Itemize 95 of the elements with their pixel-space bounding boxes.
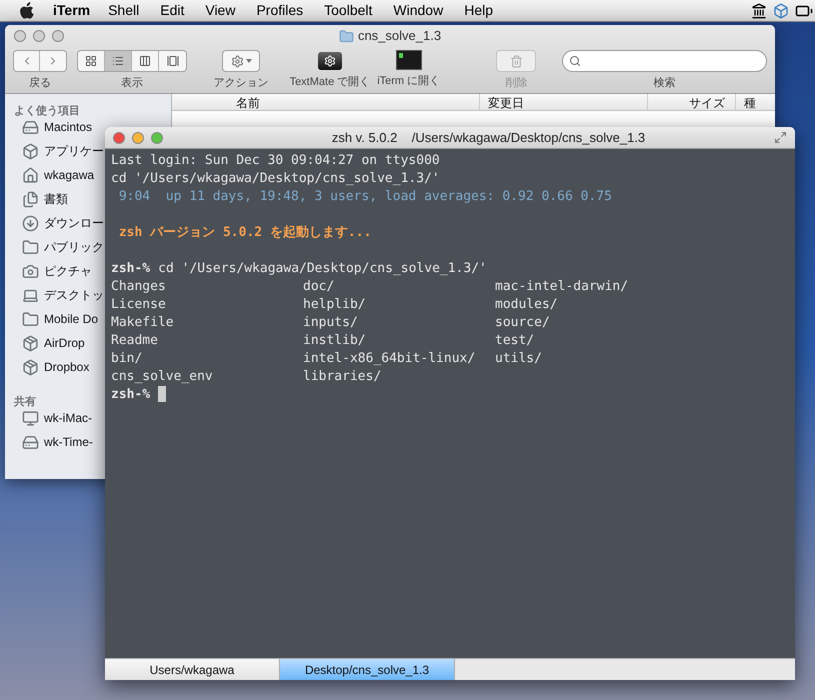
folder-icon xyxy=(22,238,39,256)
download-icon xyxy=(22,214,39,232)
toolbar-label: 検索 xyxy=(654,76,676,91)
file-name: Changes xyxy=(111,278,167,296)
sidebar-item[interactable]: Dropbox xyxy=(44,358,90,376)
menu-item[interactable]: Toolbelt xyxy=(324,0,372,21)
sidebar-item[interactable]: パブリック xyxy=(44,238,104,256)
sidebar-item[interactable]: wk-Time- xyxy=(44,433,93,451)
camera-icon xyxy=(22,262,39,280)
action-button[interactable] xyxy=(222,50,260,72)
menu-item[interactable]: Shell xyxy=(108,0,140,21)
file-name: source/ xyxy=(495,314,551,332)
file-name: intel-x86_64bit-linux/ xyxy=(303,350,476,368)
file-name: inputs/ xyxy=(303,314,359,332)
toolbar-label: アクション xyxy=(214,76,269,91)
view-mode-button[interactable] xyxy=(105,51,132,71)
menu-item[interactable]: Profiles xyxy=(256,0,304,21)
fullscreen-icon[interactable] xyxy=(774,131,787,144)
sidebar-heading: よく使う項目 xyxy=(14,105,80,117)
file-name: Makefile xyxy=(111,314,175,332)
shell-prompt: zsh-% xyxy=(111,386,150,404)
view-mode-icon xyxy=(166,55,178,67)
terminal-icon[interactable] xyxy=(396,50,422,70)
view-mode-control[interactable] xyxy=(77,50,187,72)
minimize-button[interactable] xyxy=(132,132,144,144)
shell-prompt: zsh-% xyxy=(111,260,150,278)
file-name: doc/ xyxy=(303,278,336,296)
file-name: instlib/ xyxy=(303,332,367,350)
column-header[interactable]: 名前 xyxy=(172,94,479,110)
terminal-line: Last login: Sun Dec 30 09:04:27 on ttys000 xyxy=(111,152,441,170)
toolbar-label: iTerm に開く xyxy=(377,74,440,89)
column-header[interactable]: 種 xyxy=(735,94,775,110)
box-icon xyxy=(22,358,39,376)
sidebar-item[interactable]: ダウンロー xyxy=(44,214,104,232)
menu-item[interactable]: Help xyxy=(464,0,493,21)
file-name: Readme xyxy=(111,332,159,350)
app-menu[interactable]: iTerm xyxy=(53,0,90,21)
drive-icon xyxy=(22,434,39,450)
menu-item[interactable]: Edit xyxy=(160,0,184,21)
window-title: zsh v. 5.0.2 /Users/wkagawa/Desktop/cns_solve_1.3 xyxy=(330,128,646,147)
toolbar-label: 表示 xyxy=(121,76,143,91)
toolbar-label: 戻る xyxy=(29,76,51,91)
sidebar-item[interactable]: デスクトッ xyxy=(44,286,104,304)
sidebar-item[interactable]: アプリケー xyxy=(44,142,104,160)
sidebar-item[interactable]: Macintos xyxy=(44,118,92,136)
gear-icon[interactable] xyxy=(318,52,342,70)
file-name: bin/ xyxy=(111,350,144,368)
view-mode-icon xyxy=(85,55,97,67)
column-header[interactable]: 変更日 xyxy=(479,94,647,110)
window-title: cns_solve_1.3 xyxy=(358,27,442,46)
terminal-tab[interactable]: Users/wkagawa xyxy=(105,659,280,680)
sidebar-item[interactable]: Mobile Do xyxy=(44,310,98,328)
file-name: cns_solve_env xyxy=(111,368,214,386)
menu-item[interactable]: View xyxy=(205,0,236,21)
uptime-line: 9:04 up 11 days, 19:48, 3 users, load averages: 0.92 0.66 0.75 xyxy=(118,188,613,206)
terminal-line: cd '/Users/wkagawa/Desktop/cns_solve_1.3/' xyxy=(111,170,441,188)
box-icon[interactable] xyxy=(773,2,789,18)
trash-icon xyxy=(510,54,523,68)
minimize-button[interactable] xyxy=(33,30,45,42)
folder-icon xyxy=(22,310,39,328)
sidebar-item[interactable]: AirDrop xyxy=(44,334,85,352)
sidebar-item[interactable]: wk-iMac- xyxy=(44,409,92,427)
monitor-icon xyxy=(22,410,39,426)
house-icon xyxy=(22,166,39,184)
documents-icon xyxy=(22,190,39,208)
view-mode-icon xyxy=(139,55,151,67)
file-name: License xyxy=(111,296,167,314)
caret-icon xyxy=(246,59,252,63)
file-name: helplib/ xyxy=(303,296,367,314)
bank-icon[interactable] xyxy=(751,2,767,18)
file-name: test/ xyxy=(495,332,536,350)
file-name: modules/ xyxy=(495,296,559,314)
sidebar-item[interactable]: ピクチャ xyxy=(44,262,92,280)
search-field[interactable] xyxy=(562,50,767,72)
close-button[interactable] xyxy=(14,30,26,42)
menu-item[interactable]: Window xyxy=(393,0,444,21)
toolbar-label: 削除 xyxy=(505,76,528,91)
search-icon xyxy=(569,55,581,67)
startup-message: zsh バージョン 5.0.2 を起動します... xyxy=(118,224,372,242)
toolbar-label: TextMate で開く xyxy=(290,75,370,90)
command-text: cd '/Users/wkagawa/Desktop/cns_solve_1.3/' xyxy=(158,260,487,278)
terminal-tab[interactable]: Desktop/cns_solve_1.3 xyxy=(280,659,455,680)
gear-icon xyxy=(230,54,244,68)
zoom-button[interactable] xyxy=(52,30,64,42)
sidebar-item[interactable]: wkagawa xyxy=(44,166,94,184)
file-name: libraries/ xyxy=(303,368,382,386)
sidebar-item[interactable]: 書類 xyxy=(44,190,68,208)
sidebar-heading: 共有 xyxy=(14,396,36,408)
close-button[interactable] xyxy=(113,132,125,144)
column-header[interactable]: サイズ xyxy=(647,94,735,110)
zoom-button[interactable] xyxy=(151,132,163,144)
file-name: mac-intel-darwin/ xyxy=(495,278,630,296)
apple-logo-icon[interactable] xyxy=(20,2,35,19)
file-name: utils/ xyxy=(495,350,543,368)
folder-icon xyxy=(338,28,354,44)
